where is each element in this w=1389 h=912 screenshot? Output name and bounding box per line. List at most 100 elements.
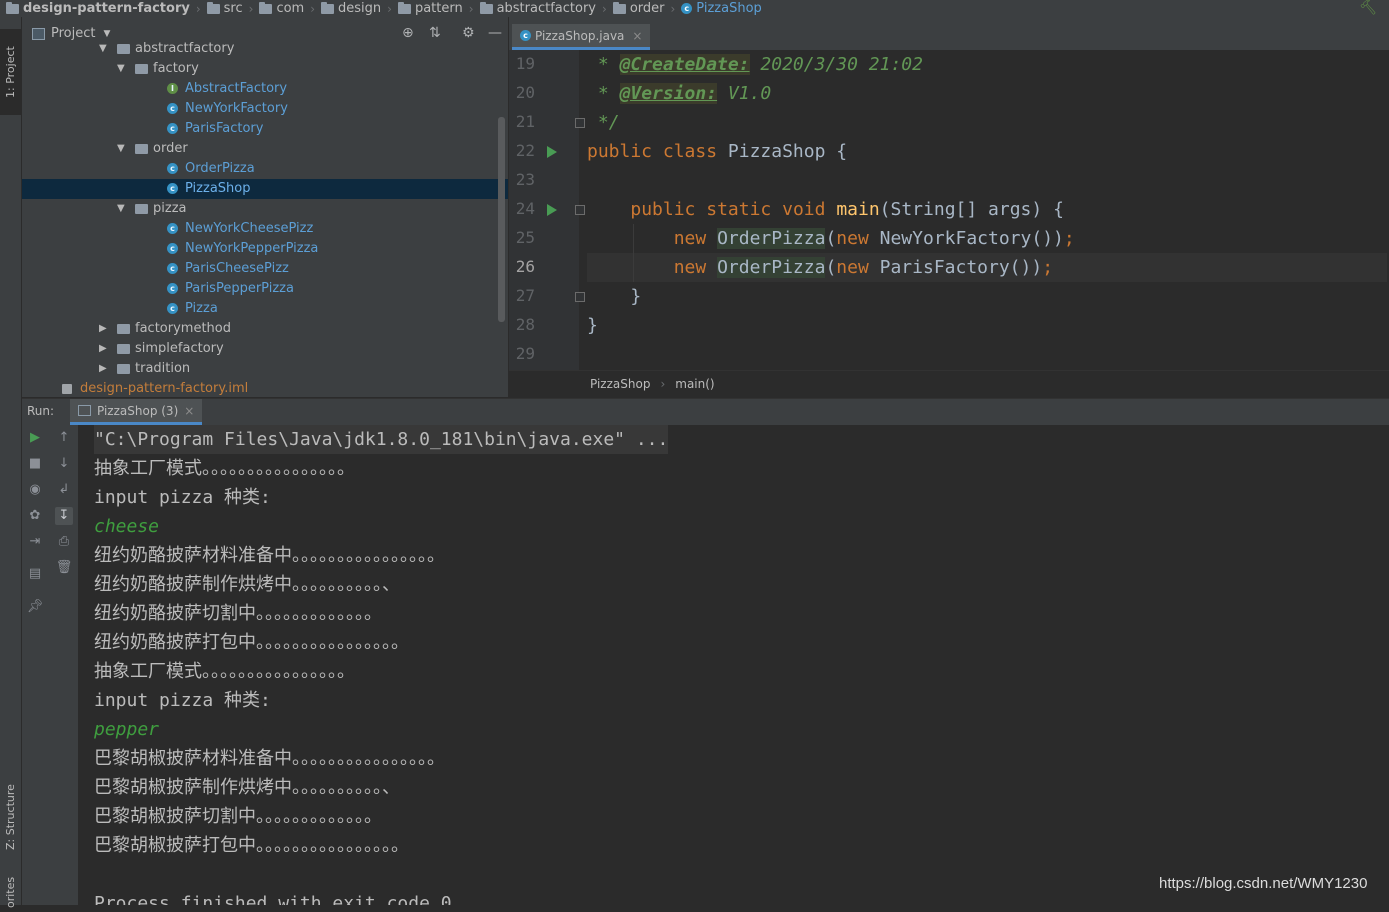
console-user-input: cheese — [94, 516, 160, 537]
tree-file[interactable]: c NewYorkFactory — [22, 99, 508, 119]
tree-folder[interactable]: ▼ factory — [22, 59, 508, 79]
chevron-right-icon[interactable]: ▶ — [99, 359, 107, 379]
fold-marker-icon[interactable] — [575, 118, 585, 128]
tree-file[interactable]: c NewYorkPepperPizza — [22, 239, 508, 259]
tree-item-label: ParisFactory — [185, 121, 264, 136]
chevron-down-icon[interactable]: ▼ — [117, 59, 125, 79]
console-user-input: pepper — [94, 719, 160, 740]
chevron-down-icon[interactable]: ▼ — [117, 199, 125, 219]
structure-tool-tab[interactable]: Z: Structure — [0, 772, 21, 862]
code-editor: c PizzaShop.java × 19 20 21 22 23 24 25 26 27 28 2… — [509, 17, 1389, 398]
console-line: 巴黎胡椒披萨制作烘烤中。。。。。。。。。。、 — [94, 777, 400, 798]
tree-file[interactable]: c PizzaShop — [22, 179, 508, 199]
tree-file[interactable]: c ParisFactory — [22, 119, 508, 139]
tree-file[interactable]: c NewYorkCheesePizz — [22, 219, 508, 239]
line-number: 21 — [515, 112, 535, 131]
tree-folder[interactable]: ▼ pizza — [22, 199, 508, 219]
locate-icon[interactable]: ⊕ — [402, 25, 414, 41]
breadcrumb-item[interactable]: com — [259, 1, 304, 16]
class-icon: c — [167, 283, 178, 294]
breadcrumb-item[interactable]: design — [321, 1, 381, 16]
project-scrollbar[interactable] — [498, 117, 505, 322]
breadcrumb-item[interactable]: abstractfactory — [479, 1, 596, 16]
chevron-right-icon: › — [660, 377, 666, 391]
tree-file[interactable]: c ParisCheesePizz — [22, 259, 508, 279]
code-line: * @CreateDate: 2020/3/30 21:02 — [587, 54, 923, 75]
chevron-right-icon[interactable]: ▶ — [99, 319, 107, 339]
line-number: 25 — [515, 228, 535, 247]
print-icon[interactable]: ⎙ — [55, 533, 73, 551]
close-icon[interactable]: × — [632, 29, 642, 43]
breadcrumb-item[interactable]: design-pattern-factory — [6, 1, 190, 16]
soft-wrap-icon[interactable]: ↲ — [55, 481, 73, 499]
breadcrumb-item[interactable]: pattern — [397, 1, 463, 16]
class-icon: c — [167, 163, 178, 174]
breadcrumb-method[interactable]: main() — [675, 377, 714, 391]
breadcrumb-item[interactable]: order — [612, 1, 664, 16]
fold-marker-icon[interactable] — [575, 292, 585, 302]
bug-icon[interactable]: ✿ — [26, 507, 44, 525]
down-arrow-icon[interactable]: ↓ — [55, 455, 73, 473]
code-area[interactable]: * @CreateDate: 2020/3/30 21:02 * @Versio… — [587, 50, 1387, 370]
tree-folder[interactable]: ▼ order — [22, 139, 508, 159]
chevron-right-icon[interactable]: ▶ — [99, 339, 107, 359]
breadcrumb-class[interactable]: PizzaShop — [590, 377, 650, 391]
tree-folder[interactable]: ▶ simplefactory — [22, 339, 508, 359]
fold-marker-icon[interactable] — [575, 205, 585, 215]
gear-icon[interactable]: ⚙ — [462, 25, 475, 41]
folder-icon — [117, 324, 130, 334]
tree-file[interactable]: c OrderPizza — [22, 159, 508, 179]
line-number: 22 — [515, 141, 535, 160]
up-arrow-icon[interactable]: ↑ — [55, 429, 73, 447]
line-number: 27 — [515, 286, 535, 305]
camera-icon[interactable]: ◉ — [26, 481, 44, 499]
tree-file[interactable]: I AbstractFactory — [22, 79, 508, 99]
build-hammer-icon[interactable]: 🔨︎ — [1359, 0, 1377, 16]
exit-icon[interactable]: ⇥ — [26, 533, 44, 551]
code-line: * @Version: V1.0 — [587, 83, 772, 104]
console-output[interactable]: "C:\Program Files\Java\jdk1.8.0_181\bin\… — [79, 425, 1389, 905]
close-icon[interactable]: × — [184, 404, 194, 418]
console-icon — [78, 405, 91, 416]
class-icon: c — [167, 223, 178, 234]
rerun-icon[interactable]: ▶ — [26, 429, 44, 447]
minimize-icon[interactable]: — — [488, 25, 502, 41]
tree-item-label: design-pattern-factory.iml — [80, 381, 249, 396]
trash-icon[interactable]: 🗑︎ — [55, 559, 73, 577]
tree-item-label: PizzaShop — [185, 181, 251, 196]
line-number: 26 — [515, 257, 535, 276]
pin-icon[interactable]: 📌︎ — [26, 598, 44, 616]
folder-icon — [321, 1, 335, 14]
layout-icon[interactable]: ▤ — [26, 565, 44, 583]
breadcrumb-item[interactable]: src — [206, 1, 243, 16]
project-view-selector[interactable]: Project ▼ — [32, 26, 110, 41]
console-line: 纽约奶酪披萨切割中。。。。。。。。。。。。。 — [94, 603, 382, 624]
project-panel-title: Project — [51, 26, 96, 41]
tree-item-label: NewYorkCheesePizz — [185, 221, 314, 236]
chevron-right-icon: › — [670, 1, 676, 16]
navigation-bar: design-pattern-factory › src › com › design › pa… — [0, 0, 1389, 17]
tree-item-label: tradition — [135, 361, 191, 376]
tree-file[interactable]: c ParisPepperPizza — [22, 279, 508, 299]
stop-icon[interactable]: ■ — [26, 455, 44, 473]
collapse-all-icon[interactable]: ⇅ — [429, 25, 441, 41]
run-gutter-icon[interactable] — [547, 146, 557, 158]
scroll-to-end-icon[interactable]: ↧ — [55, 507, 73, 525]
indent-guide — [633, 224, 634, 282]
chevron-down-icon[interactable]: ▼ — [117, 139, 125, 159]
tab-pizzashop-java[interactable]: c PizzaShop.java × — [512, 24, 651, 50]
favorites-tool-tab[interactable]: orites — [0, 872, 21, 912]
run-gutter-icon[interactable] — [547, 204, 557, 216]
breadcrumb-item[interactable]: c PizzaShop — [681, 1, 762, 16]
console-line: 抽象工厂模式。。。。。。。。。。。。。。。。 — [94, 661, 355, 682]
console-line: "C:\Program Files\Java\jdk1.8.0_181\bin\… — [94, 425, 669, 454]
tree-folder[interactable]: ▶ factorymethod — [22, 319, 508, 339]
code-line: } — [587, 286, 642, 307]
run-tab-pizzashop[interactable]: PizzaShop (3) × — [70, 399, 203, 425]
project-tool-tab[interactable]: 1: Project — [0, 29, 21, 115]
tree-folder[interactable]: ▶ tradition — [22, 359, 508, 379]
tree-file[interactable]: c Pizza — [22, 299, 508, 319]
tree-file[interactable]: design-pattern-factory.iml — [22, 379, 508, 397]
run-label: Run: — [27, 404, 55, 418]
